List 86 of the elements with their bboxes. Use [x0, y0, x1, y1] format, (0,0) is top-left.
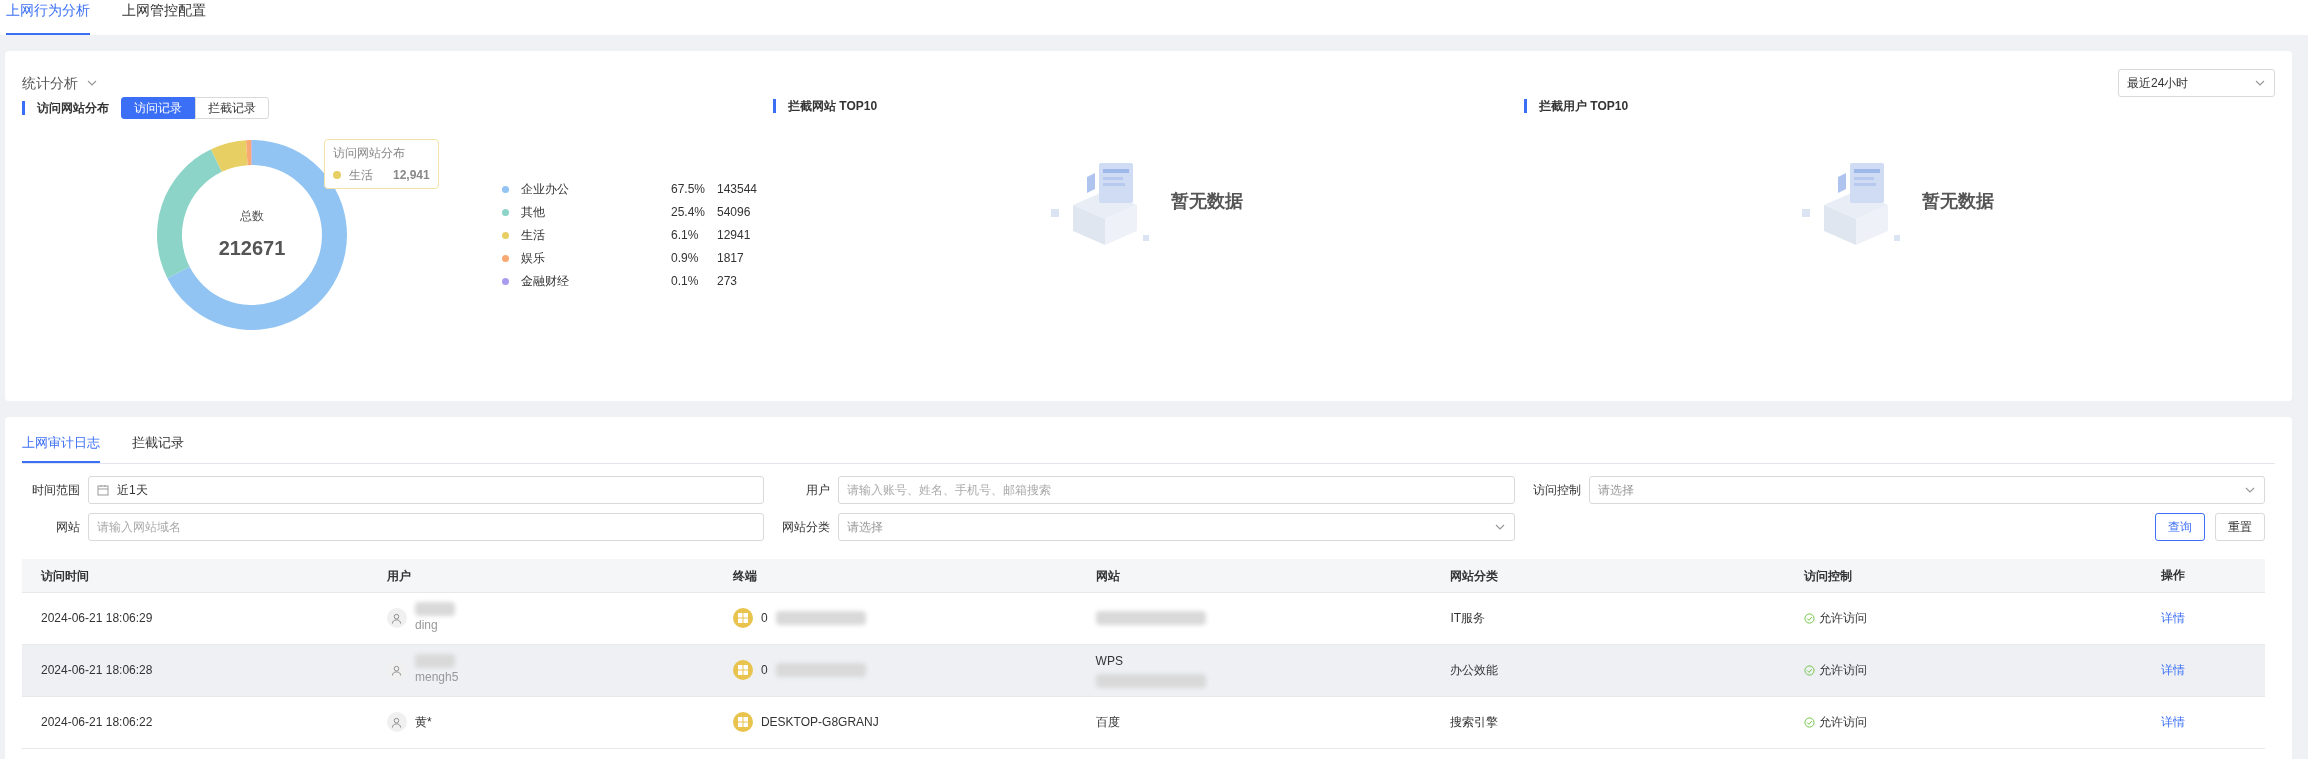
legend-count: 54096: [717, 204, 751, 221]
check-circle-icon: [1804, 664, 1816, 676]
windows-icon: [732, 660, 753, 680]
user-account: mengh5: [414, 669, 459, 686]
legend-label: 生活: [521, 227, 546, 244]
status-text: 允许访问: [1819, 714, 1868, 731]
user-account: ding: [414, 617, 439, 634]
avatar-icon: [386, 660, 407, 680]
legend-percent: 0.1%: [671, 273, 700, 290]
tab[interactable]: 拦截记录: [132, 433, 184, 463]
table-cell: 2024-06-21 18:06:22: [41, 715, 153, 729]
calendar-icon: [97, 483, 109, 496]
tab[interactable]: 上网行为分析: [6, 0, 90, 35]
accent-bar: [773, 99, 776, 113]
details-link[interactable]: 详情: [2161, 661, 2185, 679]
details-link[interactable]: 详情: [2161, 713, 2185, 731]
legend-label: 其他: [521, 204, 546, 221]
table-cell: 搜索引擎: [1450, 715, 1499, 729]
accent-bar: [22, 101, 25, 115]
table-cell: IT服务: [1450, 611, 1486, 625]
filter-label: 访问控制: [1531, 481, 1581, 499]
column-header: 操作: [2161, 567, 2185, 584]
terminal-name: 0: [760, 662, 768, 679]
stats-title: 统计分析: [22, 73, 78, 93]
column-header: 用户: [386, 569, 411, 583]
legend-count: 143544: [717, 181, 758, 198]
filter-label: 时间范围: [31, 481, 80, 499]
legend-label: 企业办公: [521, 181, 570, 198]
tab[interactable]: 上网管控配置: [122, 0, 206, 35]
reset-button[interactable]: 重置: [2215, 512, 2265, 541]
toggle-button[interactable]: 访问记录: [121, 97, 195, 119]
section-title: 拦截网站 TOP10: [788, 98, 878, 115]
table-row[interactable]: 2024-06-21 18:06:28 mengh5 0 WPS 办公效能 允许访问 详情: [22, 644, 2265, 697]
table-cell: 2024-06-21 18:06:29: [41, 611, 153, 625]
empty-text: 暂无数据: [1922, 189, 1994, 213]
tab[interactable]: 上网审计日志: [22, 433, 100, 463]
terminal-name: DESKTOP-G8GRANJ: [760, 714, 879, 731]
filter-label: 用户: [805, 481, 831, 499]
user-name: 黄*: [414, 714, 432, 731]
legend-label: 金融财经: [521, 273, 570, 290]
range-select[interactable]: 最近24小时: [2118, 69, 2275, 97]
tooltip-name: 生活: [349, 167, 373, 184]
avatar-icon: [386, 608, 407, 628]
accent-bar: [1524, 99, 1527, 113]
empty-text: 暂无数据: [1171, 189, 1243, 213]
column-header: 访问时间: [41, 569, 89, 583]
site-name: WPS: [1095, 653, 1124, 670]
legend-count: 1817: [717, 250, 744, 267]
table-cell: 办公效能: [1450, 663, 1499, 677]
windows-icon: [732, 712, 753, 732]
input-field[interactable]: 请输入网站域名: [88, 512, 765, 541]
legend-count: 12941: [717, 227, 751, 244]
total-label: 总数: [240, 208, 264, 225]
section-title: 访问网站分布: [37, 100, 109, 117]
filter-label: 网站分类: [781, 518, 831, 536]
total-value: 212671: [218, 236, 286, 261]
windows-icon: [732, 608, 753, 628]
legend-percent: 25.4%: [671, 204, 707, 221]
column-header: 终端: [732, 569, 757, 583]
terminal-name: 0: [760, 610, 768, 627]
check-circle-icon: [1804, 612, 1816, 624]
column-header: 网站: [1095, 569, 1120, 583]
legend-percent: 6.1%: [671, 227, 700, 244]
avatar-icon: [386, 712, 407, 732]
blurred-text: [414, 602, 455, 616]
input-field[interactable]: 请输入账号、姓名、手机号、邮箱搜索: [838, 475, 1515, 504]
status-text: 允许访问: [1819, 610, 1868, 627]
query-button[interactable]: 查询: [2155, 512, 2205, 541]
toggle-button[interactable]: 拦截记录: [195, 97, 269, 119]
status-text: 允许访问: [1819, 662, 1868, 679]
legend-percent: 67.5%: [671, 181, 707, 198]
tooltip-title: 访问网站分布: [333, 145, 406, 162]
column-header: 网站分类: [1450, 569, 1499, 583]
table-cell: 2024-06-21 18:06:28: [41, 663, 153, 677]
legend-count: 273: [717, 273, 738, 290]
site-name: 百度: [1095, 714, 1121, 731]
tooltip-value: 12,941: [393, 167, 430, 184]
filter-label: 网站: [55, 518, 80, 536]
legend-label: 娱乐: [521, 250, 546, 267]
date-field[interactable]: 近1天: [88, 475, 765, 504]
legend-percent: 0.9%: [671, 250, 700, 267]
column-header: 访问控制: [1804, 569, 1853, 583]
details-link[interactable]: 详情: [2161, 609, 2185, 627]
blurred-text: [414, 654, 455, 668]
section-title: 拦截用户 TOP10: [1539, 98, 1629, 115]
check-circle-icon: [1804, 716, 1816, 728]
